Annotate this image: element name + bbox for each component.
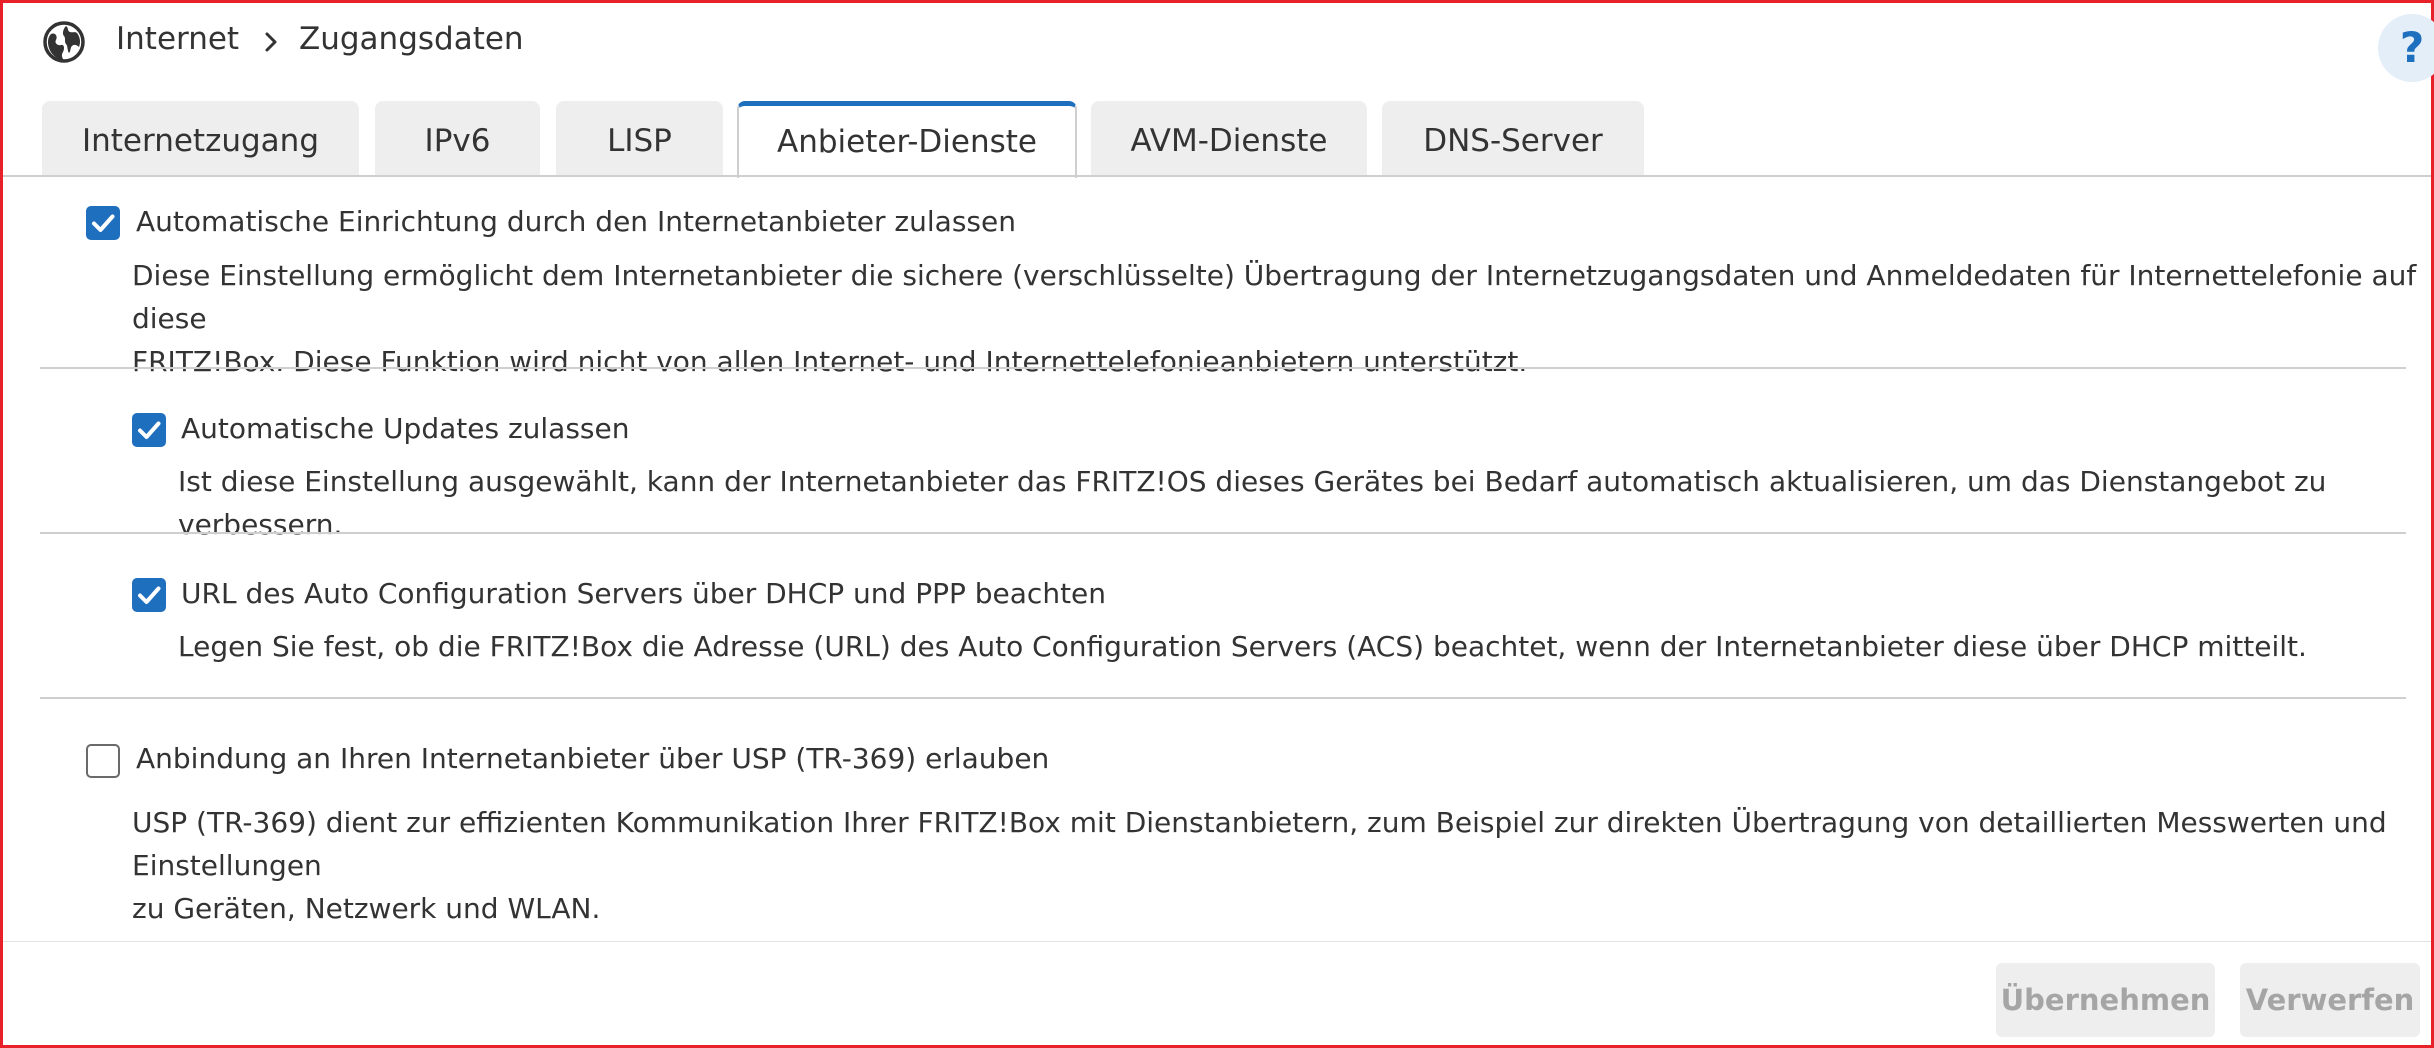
auto-setup-checkbox[interactable]: [86, 206, 120, 240]
discard-button[interactable]: Verwerfen: [2240, 963, 2420, 1037]
usp-label[interactable]: Anbindung an Ihren Internetanbieter über…: [136, 742, 1049, 775]
auto-updates-label[interactable]: Automatische Updates zulassen: [181, 412, 629, 445]
checkmark-icon: [138, 586, 161, 604]
tab-avm-dienste[interactable]: AVM-Dienste: [1091, 101, 1367, 176]
description-line: Diese Einstellung ermöglicht dem Interne…: [132, 259, 2417, 335]
acs-url-description: Legen Sie fest, ob die FRITZ!Box die Adr…: [178, 625, 2307, 668]
auto-setup-label[interactable]: Automatische Einrichtung durch den Inter…: [136, 205, 1016, 238]
tab-lisp[interactable]: LISP: [556, 101, 723, 176]
tab-internetzugang[interactable]: Internetzugang: [42, 101, 359, 176]
footer-divider: [3, 941, 2431, 942]
divider: [40, 367, 2406, 369]
description-line: Legen Sie fest, ob die FRITZ!Box die Adr…: [178, 630, 2307, 663]
tab-dns-server[interactable]: DNS-Server: [1382, 101, 1644, 176]
acs-url-label[interactable]: URL des Auto Configuration Servers über …: [181, 577, 1106, 610]
tab-bar: Internetzugang IPv6 LISP Anbieter-Dienst…: [0, 101, 2434, 178]
usp-checkbox[interactable]: [86, 744, 120, 778]
auto-setup-description: Diese Einstellung ermöglicht dem Interne…: [132, 254, 2434, 383]
tab-ipv6[interactable]: IPv6: [375, 101, 540, 176]
checkmark-icon: [138, 421, 161, 439]
tab-divider: [3, 175, 2431, 177]
usp-description: USP (TR-369) dient zur effizienten Kommu…: [132, 801, 2434, 930]
apply-button[interactable]: Übernehmen: [1996, 963, 2215, 1037]
tab-anbieter-dienste[interactable]: Anbieter-Dienste: [737, 101, 1077, 178]
divider: [40, 532, 2406, 534]
acs-url-checkbox[interactable]: [132, 578, 166, 612]
breadcrumb: Internet Zugangsdaten ?: [40, 14, 2434, 82]
description-line: zu Geräten, Netzwerk und WLAN.: [132, 892, 601, 925]
auto-updates-checkbox[interactable]: [132, 413, 166, 447]
description-line: FRITZ!Box. Diese Funktion wird nicht von…: [132, 345, 1528, 378]
chevron-right-icon: [256, 22, 286, 62]
description-line: USP (TR-369) dient zur effizienten Kommu…: [132, 806, 2387, 882]
globe-icon: [42, 20, 86, 64]
divider: [40, 697, 2406, 699]
breadcrumb-internet[interactable]: Internet: [116, 21, 239, 57]
checkmark-icon: [92, 214, 115, 232]
page-title: Zugangsdaten: [299, 21, 524, 57]
